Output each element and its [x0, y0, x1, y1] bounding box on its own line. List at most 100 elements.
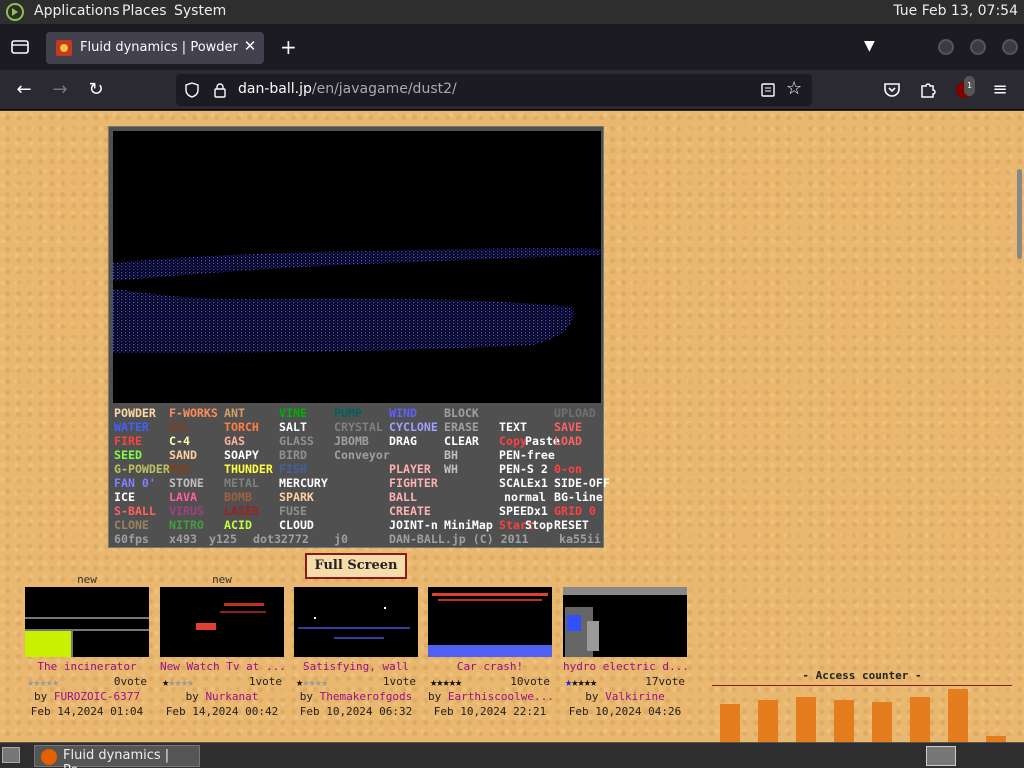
element-fish[interactable]: FISH: [279, 462, 307, 476]
reload-icon[interactable]: ↻: [86, 80, 106, 100]
close-window-button[interactable]: [1002, 39, 1018, 55]
upload-author[interactable]: Nurkanat: [205, 690, 258, 703]
element-speedx1[interactable]: SPEEDx1: [499, 504, 548, 518]
upload-thumbnail[interactable]: [294, 587, 418, 657]
element-side-off[interactable]: SIDE-OFF: [554, 476, 610, 490]
element-laser[interactable]: LASER: [224, 504, 259, 518]
new-tab-icon[interactable]: +: [280, 35, 297, 59]
element-cyclone[interactable]: CYCLONE: [389, 420, 438, 434]
element-soapy[interactable]: SOAPY: [224, 448, 259, 462]
element-acid[interactable]: ACID: [224, 518, 252, 532]
element-metal[interactable]: METAL: [224, 476, 259, 490]
maximize-button[interactable]: [970, 39, 986, 55]
element-water[interactable]: WATER: [114, 420, 149, 434]
element-lava[interactable]: LAVA: [169, 490, 197, 504]
element-mercury[interactable]: MERCURY: [279, 476, 328, 490]
element-reset[interactable]: RESET: [554, 518, 589, 532]
element-glass[interactable]: GLASS: [279, 434, 314, 448]
bookmark-star-icon[interactable]: ☆: [786, 78, 802, 99]
upload-thumbnail[interactable]: [25, 587, 149, 657]
element-virus[interactable]: VIRUS: [169, 504, 204, 518]
element-grid-0[interactable]: GRID 0: [554, 504, 596, 518]
element-fuse[interactable]: FUSE: [279, 504, 307, 518]
tab-close-icon[interactable]: ✕: [242, 37, 258, 55]
element-scalex1[interactable]: SCALEx1: [499, 476, 548, 490]
element-save[interactable]: SAVE: [554, 420, 582, 434]
element-bird[interactable]: BIRD: [279, 448, 307, 462]
element-copy[interactable]: Copy: [499, 434, 527, 448]
upload-author[interactable]: FUROZOIC-6377: [54, 690, 140, 703]
element-clone[interactable]: CLONE: [114, 518, 149, 532]
element-gas[interactable]: GAS: [224, 434, 245, 448]
element-seed[interactable]: SEED: [114, 448, 142, 462]
element-bg-line[interactable]: BG-line: [554, 490, 603, 504]
element-create[interactable]: CREATE: [389, 504, 431, 518]
upload-author[interactable]: Valkirine: [605, 690, 665, 703]
url-text[interactable]: dan-ball.jp/en/javagame/dust2/: [238, 81, 457, 97]
shield-icon[interactable]: [184, 82, 200, 98]
element-fan-0-[interactable]: FAN 0': [114, 476, 156, 490]
element-0-on[interactable]: 0-on: [554, 462, 582, 476]
game-canvas[interactable]: [113, 131, 601, 403]
element-bomb[interactable]: BOMB: [224, 490, 252, 504]
element-bh[interactable]: BH: [444, 448, 458, 462]
element-wh[interactable]: WH: [444, 462, 458, 476]
back-arrow-icon[interactable]: ←: [14, 80, 34, 100]
element-upload[interactable]: UPLOAD: [554, 406, 596, 420]
element-c-4[interactable]: C-4: [169, 434, 190, 448]
element-vine[interactable]: VINE: [279, 406, 307, 420]
upload-title[interactable]: Satisfying, wall: [294, 660, 418, 675]
element-fire[interactable]: FIRE: [114, 434, 142, 448]
element-clear[interactable]: CLEAR: [444, 434, 479, 448]
element-joint-n[interactable]: JOINT-n: [389, 518, 438, 532]
url-bar[interactable]: dan-ball.jp/en/javagame/dust2/ ☆: [176, 74, 812, 106]
element-conveyor[interactable]: Conveyor: [334, 448, 390, 462]
upload-thumbnail[interactable]: [428, 587, 552, 657]
upload-author[interactable]: Themakerofgods: [320, 690, 413, 703]
element-text[interactable]: TEXT: [499, 420, 527, 434]
taskbar-item-firefox[interactable]: Fluid dynamics | Po...: [34, 745, 200, 768]
page-scrollbar[interactable]: [1017, 169, 1022, 259]
element-ball[interactable]: BALL: [389, 490, 417, 504]
element-stone[interactable]: STONE: [169, 476, 204, 490]
upload-author[interactable]: Earthiscoolwe...: [448, 690, 552, 703]
element-fighter[interactable]: FIGHTER: [389, 476, 438, 490]
element-erase[interactable]: ERASE: [444, 420, 479, 434]
upload-title[interactable]: hydro electric d...: [563, 660, 687, 675]
show-desktop-icon[interactable]: [2, 747, 20, 763]
element-mud[interactable]: MUD: [169, 462, 190, 476]
powder-game-applet[interactable]: POWDER F-WORKS ANT VINE PUMP WIND BLOCK UPLOAD W…: [108, 126, 610, 548]
element-crystal[interactable]: CRYSTAL: [334, 420, 383, 434]
hamburger-menu-icon[interactable]: ≡: [990, 80, 1010, 100]
element-pen-free[interactable]: PEN-free: [499, 448, 555, 462]
element-powder[interactable]: POWDER: [114, 406, 156, 420]
element-drag[interactable]: DRAG: [389, 434, 417, 448]
element-salt[interactable]: SALT: [279, 420, 307, 434]
menu-applications[interactable]: Applications: [34, 3, 120, 19]
element-oil[interactable]: OIL: [169, 420, 190, 434]
element-thunder[interactable]: THUNDER: [224, 462, 273, 476]
element-spark[interactable]: SPARK: [279, 490, 314, 504]
ublock-origin-icon[interactable]: 1: [954, 76, 976, 100]
extensions-puzzle-icon[interactable]: [918, 80, 938, 100]
element-g-powder[interactable]: G-POWDER: [114, 462, 170, 476]
element-f-works[interactable]: F-WORKS: [169, 406, 218, 420]
workspace-switcher[interactable]: [926, 746, 956, 766]
element-normal[interactable]: normal: [504, 490, 546, 504]
distro-logo-icon[interactable]: [6, 3, 24, 21]
pocket-icon[interactable]: [882, 80, 902, 100]
element-nitro[interactable]: NITRO: [169, 518, 204, 532]
element-s-ball[interactable]: S-BALL: [114, 504, 156, 518]
minimize-button[interactable]: [938, 39, 954, 55]
menu-system[interactable]: System: [174, 3, 226, 19]
element-stop[interactable]: Stop: [525, 518, 553, 532]
element-pump[interactable]: PUMP: [334, 406, 362, 420]
element-cloud[interactable]: CLOUD: [279, 518, 314, 532]
upload-title[interactable]: Car crash!: [428, 660, 552, 675]
forward-arrow-icon[interactable]: →: [50, 80, 70, 100]
element-wind[interactable]: WIND: [389, 406, 417, 420]
element-ant[interactable]: ANT: [224, 406, 245, 420]
element-minimap[interactable]: MiniMap: [444, 518, 493, 532]
element-jbomb[interactable]: JBOMB: [334, 434, 369, 448]
element-block[interactable]: BLOCK: [444, 406, 479, 420]
